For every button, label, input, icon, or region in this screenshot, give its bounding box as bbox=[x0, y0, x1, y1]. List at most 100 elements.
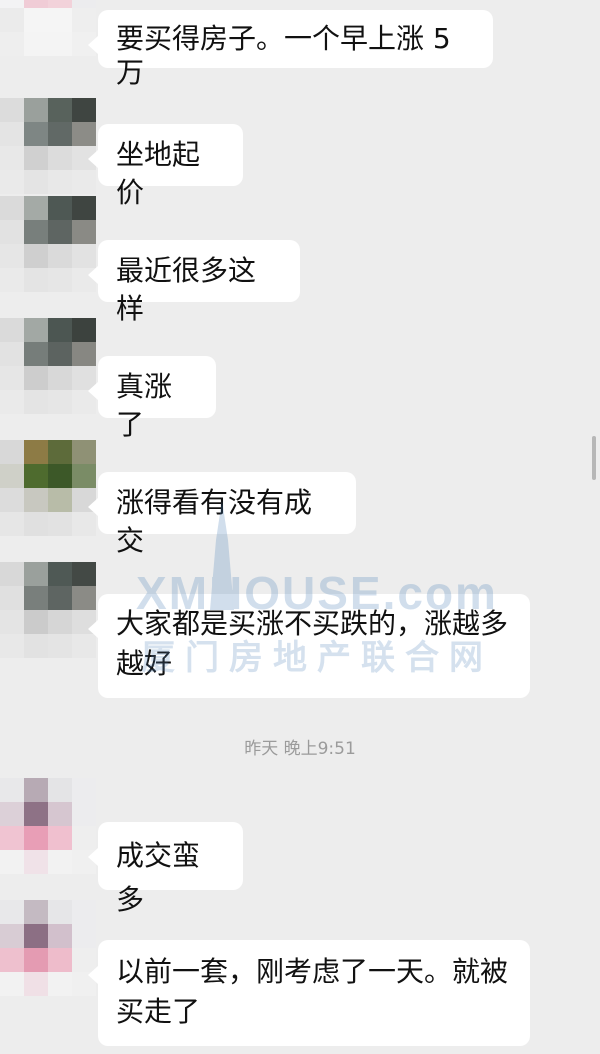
avatar-pixel bbox=[24, 196, 48, 220]
message-text: 最近很多这样 bbox=[116, 254, 257, 325]
avatar-pixel bbox=[0, 610, 24, 634]
message-text: 以前一套，刚考虑了一天。就被买走了 bbox=[116, 955, 509, 1028]
avatar-pixel bbox=[24, 562, 48, 586]
avatar-pixel bbox=[0, 802, 24, 826]
avatar-pixel bbox=[72, 170, 96, 194]
message-bubble[interactable]: 要买得房子。一个早上涨 5 万 bbox=[88, 10, 493, 89]
avatar-pixel bbox=[0, 170, 24, 194]
message-text: 大家都是买涨不买跌的，涨越多越好 bbox=[116, 607, 509, 680]
avatar-pixel bbox=[48, 220, 72, 244]
avatar-pixel bbox=[0, 850, 24, 874]
message-bubble[interactable]: 坐地起价 bbox=[88, 124, 243, 209]
avatar-pixel bbox=[0, 146, 24, 170]
message-bubble[interactable]: 成交蛮多 bbox=[88, 822, 243, 916]
avatar-pixel bbox=[48, 512, 72, 536]
avatar-pixel bbox=[0, 488, 24, 512]
avatar-pixel bbox=[24, 634, 48, 658]
avatar[interactable] bbox=[0, 778, 96, 874]
avatar-pixel bbox=[0, 972, 24, 996]
avatar-pixel bbox=[24, 0, 48, 8]
avatar-pixel bbox=[72, 924, 96, 948]
message-bubble[interactable]: 涨得看有没有成交 bbox=[88, 472, 356, 557]
avatar-pixel bbox=[0, 948, 24, 972]
avatar-pixel bbox=[72, 196, 96, 220]
avatar-pixel bbox=[0, 268, 24, 292]
avatar-pixel bbox=[0, 342, 24, 366]
message-text: 坐地起价 bbox=[116, 138, 201, 209]
avatar[interactable] bbox=[0, 440, 96, 536]
avatar-pixel bbox=[24, 488, 48, 512]
avatar-pixel bbox=[48, 850, 72, 874]
avatar-pixel bbox=[0, 924, 24, 948]
avatar-pixel bbox=[0, 0, 24, 8]
avatar[interactable] bbox=[0, 196, 96, 292]
avatar-pixel bbox=[48, 170, 72, 194]
avatar-pixel bbox=[48, 634, 72, 658]
avatar-pixel bbox=[0, 98, 24, 122]
avatar-pixel bbox=[48, 900, 72, 924]
avatar-pixel bbox=[0, 122, 24, 146]
avatar-pixel bbox=[24, 610, 48, 634]
message-bubble[interactable]: 以前一套，刚考虑了一天。就被买走了 bbox=[88, 940, 530, 1046]
avatar-pixel bbox=[48, 98, 72, 122]
avatar-pixel bbox=[48, 390, 72, 414]
avatar-pixel bbox=[24, 146, 48, 170]
avatar-pixel bbox=[24, 244, 48, 268]
avatar-pixel bbox=[24, 924, 48, 948]
avatar-pixel bbox=[48, 972, 72, 996]
avatar-pixel bbox=[48, 586, 72, 610]
avatar-pixel bbox=[0, 440, 24, 464]
scrollbar-thumb[interactable] bbox=[592, 436, 596, 480]
avatar-pixel bbox=[72, 900, 96, 924]
avatar-pixel bbox=[48, 610, 72, 634]
avatar-pixel bbox=[24, 8, 48, 32]
message-text: 真涨了 bbox=[116, 370, 173, 441]
avatar-pixel bbox=[48, 366, 72, 390]
avatar-pixel bbox=[0, 586, 24, 610]
avatar-pixel bbox=[0, 244, 24, 268]
avatar-pixel bbox=[72, 220, 96, 244]
avatar-pixel bbox=[24, 220, 48, 244]
avatar[interactable] bbox=[0, 0, 96, 56]
avatar-pixel bbox=[48, 948, 72, 972]
avatar-pixel bbox=[0, 826, 24, 850]
avatar-pixel bbox=[72, 98, 96, 122]
avatar-pixel bbox=[0, 778, 24, 802]
avatar-pixel bbox=[48, 924, 72, 948]
avatar-pixel bbox=[24, 318, 48, 342]
avatar-pixel bbox=[48, 196, 72, 220]
avatar-pixel bbox=[48, 826, 72, 850]
avatar-pixel bbox=[72, 440, 96, 464]
message-text: 成交蛮多 bbox=[116, 839, 201, 916]
avatar-pixel bbox=[0, 196, 24, 220]
avatar-pixel bbox=[0, 464, 24, 488]
avatar-pixel bbox=[24, 170, 48, 194]
avatar-pixel bbox=[24, 778, 48, 802]
message-bubble[interactable]: 最近很多这样 bbox=[88, 240, 300, 325]
avatar-pixel bbox=[48, 146, 72, 170]
avatar-pixel bbox=[72, 342, 96, 366]
avatar[interactable] bbox=[0, 900, 96, 996]
avatar-pixel bbox=[24, 342, 48, 366]
avatar-pixel bbox=[72, 0, 96, 8]
avatar-pixel bbox=[48, 488, 72, 512]
avatar[interactable] bbox=[0, 318, 96, 414]
avatar[interactable] bbox=[0, 98, 96, 194]
avatar-pixel bbox=[24, 826, 48, 850]
avatar-pixel bbox=[72, 802, 96, 826]
avatar-pixel bbox=[72, 318, 96, 342]
avatar-pixel bbox=[0, 220, 24, 244]
avatar-pixel bbox=[0, 32, 24, 56]
avatar-pixel bbox=[48, 562, 72, 586]
avatar-pixel bbox=[48, 244, 72, 268]
avatar-pixel bbox=[0, 318, 24, 342]
avatar-pixel bbox=[24, 268, 48, 292]
avatar-pixel bbox=[72, 122, 96, 146]
avatar-pixel bbox=[0, 562, 24, 586]
message-bubble[interactable]: 大家都是买涨不买跌的，涨越多越好 bbox=[88, 594, 530, 698]
avatar-pixel bbox=[72, 8, 96, 32]
message-bubble[interactable]: 真涨了 bbox=[88, 356, 216, 441]
avatar-pixel bbox=[48, 318, 72, 342]
avatar[interactable] bbox=[0, 562, 96, 658]
avatar-pixel bbox=[24, 366, 48, 390]
